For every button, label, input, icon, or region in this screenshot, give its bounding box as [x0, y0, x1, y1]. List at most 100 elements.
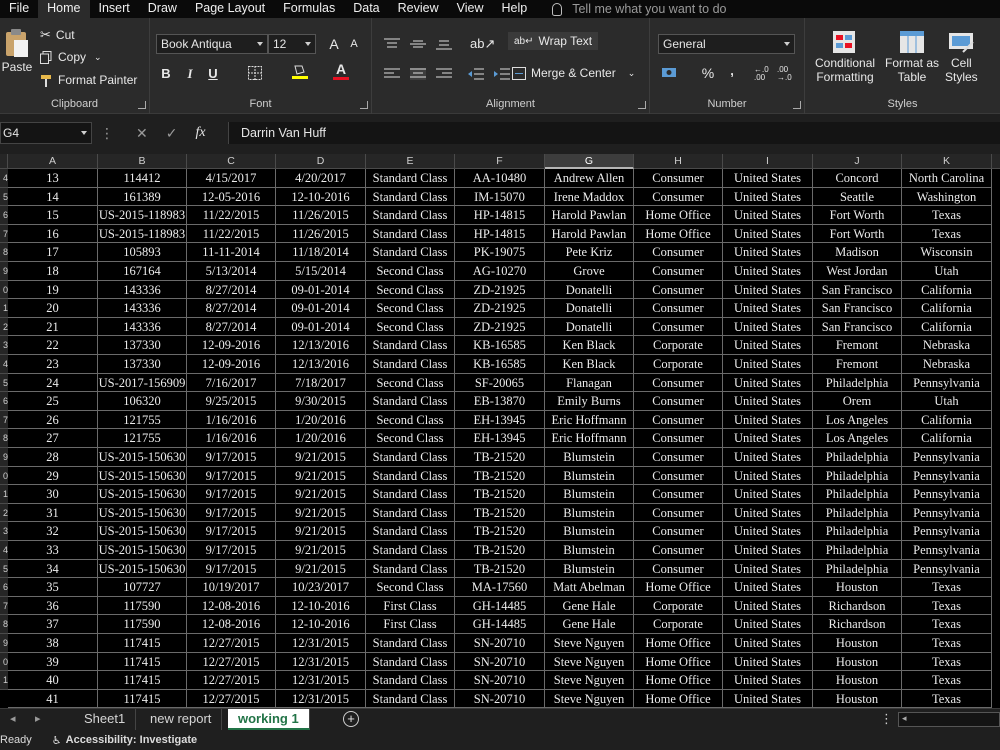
cell-g[interactable]: Blumstein — [545, 541, 634, 560]
cell-i[interactable]: United States — [723, 262, 813, 281]
cell-d[interactable]: 12/13/2016 — [276, 355, 366, 374]
align-center-icon[interactable] — [410, 68, 426, 80]
cell-k[interactable]: Texas — [902, 596, 992, 616]
top-align-icon[interactable] — [384, 38, 400, 50]
cell-g[interactable]: Andrew Allen — [545, 169, 634, 188]
cell-h[interactable]: Home Office — [634, 689, 723, 708]
cell-i[interactable]: United States — [723, 485, 813, 504]
cell-j[interactable]: West Jordan — [813, 262, 902, 281]
cell-i[interactable]: United States — [723, 355, 813, 374]
cell-k[interactable]: Pennsylvania — [902, 522, 992, 541]
cell-a[interactable]: 36 — [8, 596, 98, 616]
cell-i[interactable]: United States — [723, 448, 813, 467]
cell-a[interactable]: 17 — [8, 243, 98, 262]
cell-i[interactable]: United States — [723, 373, 813, 393]
cell-a[interactable]: 37 — [8, 615, 98, 634]
decrease-decimal-button[interactable]: .00 →.0 — [777, 66, 792, 82]
cell-e[interactable]: Standard Class — [366, 485, 455, 504]
row-header[interactable]: 7 — [0, 410, 8, 430]
cell-c[interactable]: 12-08-2016 — [187, 615, 276, 634]
cell-g[interactable]: Ken Black — [545, 336, 634, 355]
cell-e[interactable]: Standard Class — [366, 169, 455, 188]
cell-g[interactable]: Blumstein — [545, 485, 634, 504]
number-launcher-icon[interactable] — [793, 101, 801, 109]
cell-j[interactable]: San Francisco — [813, 280, 902, 300]
scroll-right-icon[interactable]: ▸ — [35, 712, 41, 725]
cell-k[interactable]: Washington — [902, 187, 992, 207]
cell-f[interactable]: KB-16585 — [455, 336, 545, 355]
cancel-icon[interactable]: ✕ — [136, 125, 148, 142]
more-options-icon[interactable]: ⋮ — [880, 711, 893, 727]
menu-tab-help[interactable]: Help — [493, 0, 537, 18]
cell-e[interactable]: Standard Class — [366, 187, 455, 207]
cell-b[interactable]: 137330 — [98, 336, 187, 355]
sheet-tab-sheet1[interactable]: Sheet1 — [74, 709, 137, 730]
cell-f[interactable]: ZD-21925 — [455, 280, 545, 300]
cell-h[interactable]: Home Office — [634, 206, 723, 225]
cell-d[interactable]: 11/26/2015 — [276, 224, 366, 244]
cell-h[interactable]: Corporate — [634, 336, 723, 355]
row-header[interactable]: 7 — [0, 596, 8, 616]
cell-e[interactable]: Second Class — [366, 299, 455, 318]
cell-g[interactable]: Blumstein — [545, 522, 634, 541]
menu-tab-review[interactable]: Review — [389, 0, 448, 18]
cell-e[interactable]: Standard Class — [366, 541, 455, 560]
cell-a[interactable]: 15 — [8, 206, 98, 225]
cell-b[interactable]: US-2015-150630 — [98, 485, 187, 504]
cell-d[interactable]: 9/21/2015 — [276, 503, 366, 523]
cell-a[interactable]: 32 — [8, 522, 98, 541]
cell-c[interactable]: 8/27/2014 — [187, 299, 276, 318]
cell-j[interactable]: Madison — [813, 243, 902, 262]
cell-h[interactable]: Consumer — [634, 559, 723, 579]
cell-c[interactable]: 12/27/2015 — [187, 652, 276, 672]
cell-e[interactable]: Second Class — [366, 317, 455, 337]
cell-b[interactable]: 105893 — [98, 243, 187, 262]
cell-b[interactable]: US-2015-118983 — [98, 206, 187, 225]
cell-a[interactable]: 27 — [8, 429, 98, 448]
cell-c[interactable]: 12/27/2015 — [187, 671, 276, 690]
cell-f[interactable]: SF-20065 — [455, 373, 545, 393]
cell-h[interactable]: Consumer — [634, 280, 723, 300]
cell-j[interactable]: Richardson — [813, 596, 902, 616]
row-header[interactable]: 0 — [0, 280, 8, 300]
cell-g[interactable]: Blumstein — [545, 503, 634, 523]
cell-a[interactable]: 41 — [8, 689, 98, 708]
enter-icon[interactable]: ✓ — [166, 125, 178, 142]
cell-f[interactable]: SN-20710 — [455, 689, 545, 708]
cell-f[interactable]: TB-21520 — [455, 559, 545, 579]
cell-c[interactable]: 12-08-2016 — [187, 596, 276, 616]
align-right-icon[interactable] — [436, 68, 452, 80]
orientation-icon[interactable]: ab↗ — [470, 36, 495, 52]
cell-f[interactable]: HP-14815 — [455, 224, 545, 244]
cell-c[interactable]: 12-09-2016 — [187, 355, 276, 374]
cell-f[interactable]: TB-21520 — [455, 485, 545, 504]
cell-h[interactable]: Consumer — [634, 410, 723, 430]
cell-a[interactable]: 30 — [8, 485, 98, 504]
cell-f[interactable]: TB-21520 — [455, 541, 545, 560]
cell-d[interactable]: 12/31/2015 — [276, 689, 366, 708]
cell-j[interactable]: Seattle — [813, 187, 902, 207]
scroll-left-icon[interactable]: ◂ — [10, 712, 16, 725]
cell-c[interactable]: 7/16/2017 — [187, 373, 276, 393]
cell-c[interactable]: 12-09-2016 — [187, 336, 276, 355]
cell-g[interactable]: Steve Nguyen — [545, 689, 634, 708]
tell-me-search[interactable]: Tell me what you want to do — [552, 2, 726, 16]
paste-button[interactable]: Paste — [2, 28, 32, 74]
cell-d[interactable]: 09-01-2014 — [276, 299, 366, 318]
cell-h[interactable]: Consumer — [634, 466, 723, 486]
cell-k[interactable]: Pennsylvania — [902, 503, 992, 523]
cell-d[interactable]: 9/21/2015 — [276, 485, 366, 504]
cell-g[interactable]: Steve Nguyen — [545, 671, 634, 690]
cell-j[interactable]: San Francisco — [813, 317, 902, 337]
cell-h[interactable]: Consumer — [634, 373, 723, 393]
cell-b[interactable]: 161389 — [98, 187, 187, 207]
cell-f[interactable]: AA-10480 — [455, 169, 545, 188]
cell-f[interactable]: IM-15070 — [455, 187, 545, 207]
cell-i[interactable]: United States — [723, 634, 813, 653]
cell-e[interactable]: Standard Class — [366, 466, 455, 486]
cell-e[interactable]: Standard Class — [366, 392, 455, 411]
cell-d[interactable]: 12-10-2016 — [276, 187, 366, 207]
cell-k[interactable]: Texas — [902, 671, 992, 690]
cell-g[interactable]: Flanagan — [545, 373, 634, 393]
cell-h[interactable]: Home Office — [634, 224, 723, 244]
